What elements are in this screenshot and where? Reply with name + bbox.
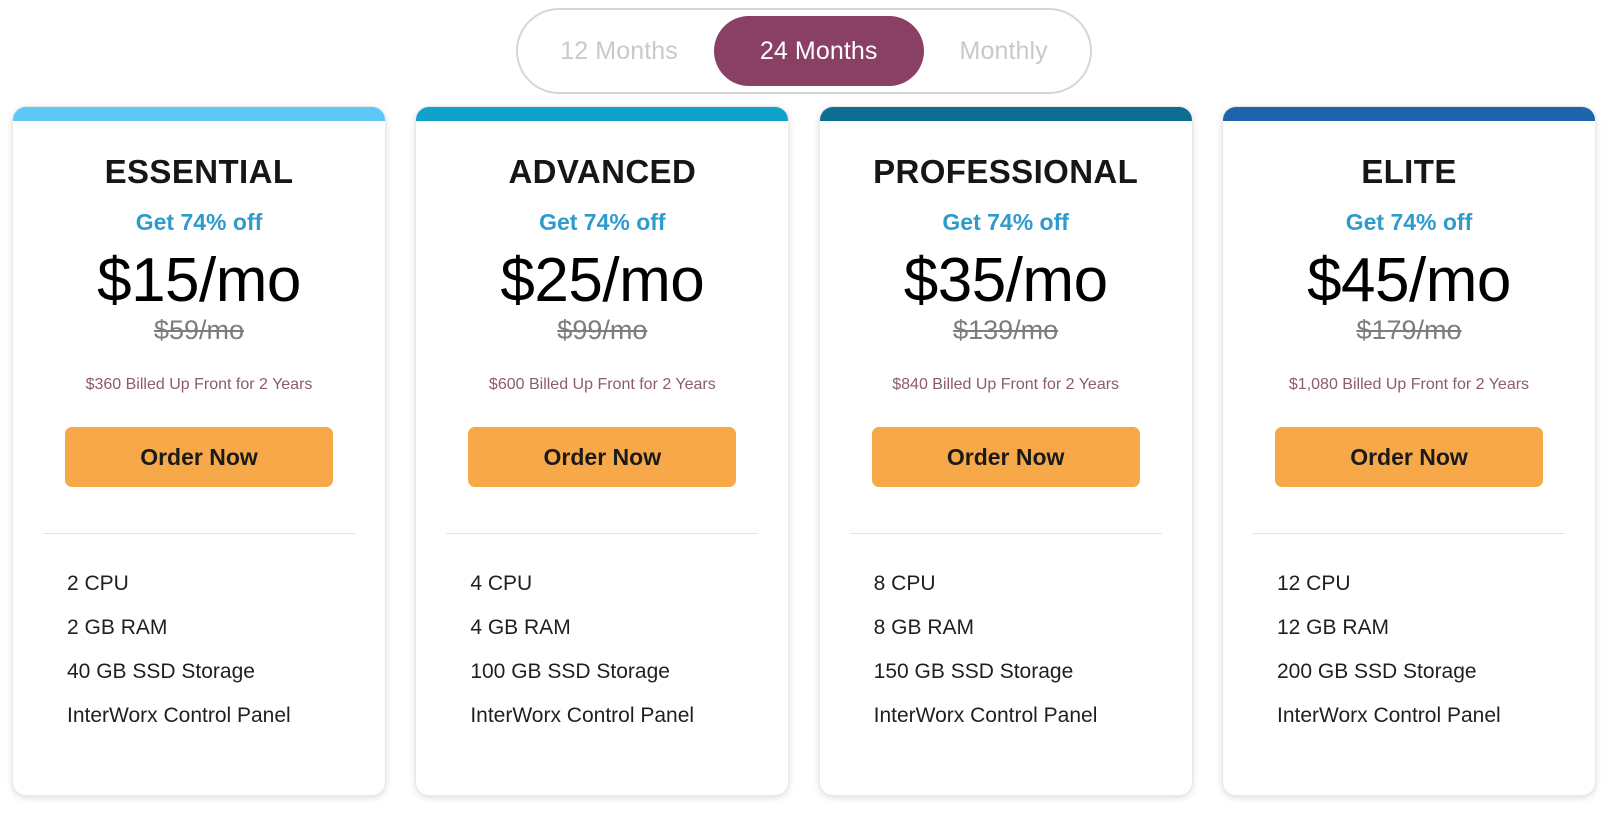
spec-item: 12 CPU bbox=[1276, 572, 1351, 596]
spec-item: 8 CPU bbox=[873, 572, 936, 596]
plan-original-price: $99/mo bbox=[557, 315, 648, 346]
plan-price: $15/mo bbox=[97, 246, 301, 315]
pricing-cards-container: ESSENTIAL Get 74% off $15/mo $59/mo $360 Bil… bbox=[0, 94, 1608, 796]
spec-item: 200 GB SSD Storage bbox=[1276, 660, 1477, 684]
plan-price: $45/mo bbox=[1307, 246, 1511, 315]
card-body: ESSENTIAL Get 74% off $15/mo $59/mo $360 Bil… bbox=[13, 121, 385, 795]
order-now-button[interactable]: Order Now bbox=[65, 427, 333, 488]
card-accent-bar bbox=[13, 107, 385, 121]
card-accent-bar bbox=[1222, 107, 1595, 121]
plan-name: PROFESSIONAL bbox=[873, 153, 1139, 190]
spec-item: 150 GB SSD Storage bbox=[873, 660, 1074, 684]
plan-original-price: $59/mo bbox=[153, 315, 245, 346]
card-accent-bar bbox=[416, 107, 789, 121]
spec-list: 8 CPU 8 GB RAM 150 GB SSD Storage InterWorx… bbox=[842, 534, 1170, 748]
plan-name: ESSENTIAL bbox=[104, 153, 294, 190]
discount-label: Get 74% off bbox=[539, 209, 666, 235]
discount-label: Get 74% off bbox=[135, 209, 263, 235]
pricing-card: PROFESSIONAL Get 74% off $35/mo $139/mo $840… bbox=[818, 106, 1193, 796]
card-body: ELITE Get 74% off $45/mo $179/mo $1,080 Bill… bbox=[1223, 121, 1595, 795]
plan-name: ELITE bbox=[1361, 153, 1457, 190]
spec-list: 12 CPU 12 GB RAM 200 GB SSD Storage InterWo… bbox=[1245, 534, 1573, 748]
card-body: PROFESSIONAL Get 74% off $35/mo $139/mo $840… bbox=[820, 121, 1192, 795]
order-now-button[interactable]: Order Now bbox=[1274, 427, 1543, 488]
plan-original-price: $139/mo bbox=[953, 315, 1059, 346]
billing-toggle-option-24-months[interactable]: 24 Months bbox=[713, 16, 924, 86]
discount-label: Get 74% off bbox=[1345, 209, 1473, 235]
billing-term-toggle[interactable]: 12 Months 24 Months Monthly bbox=[516, 8, 1092, 94]
spec-list: 4 CPU 4 GB RAM 100 GB SSD Storage InterWorx… bbox=[438, 534, 766, 748]
spec-item: 4 CPU bbox=[470, 572, 533, 596]
spec-item: 2 GB RAM bbox=[67, 616, 168, 640]
spec-item: InterWorx Control Panel bbox=[470, 704, 695, 728]
billing-toggle-option-12-months[interactable]: 12 Months bbox=[524, 16, 714, 86]
billing-note: $840 Billed Up Front for 2 Years bbox=[892, 376, 1120, 394]
card-accent-bar bbox=[819, 107, 1192, 121]
pricing-card: ADVANCED Get 74% off $25/mo $99/mo $600 Bill… bbox=[415, 106, 790, 796]
billing-toggle-container: 12 Months 24 Months Monthly bbox=[0, 0, 1608, 94]
spec-item: InterWorx Control Panel bbox=[1276, 704, 1501, 728]
discount-label: Get 74% off bbox=[942, 209, 1069, 235]
plan-name: ADVANCED bbox=[508, 153, 697, 190]
billing-toggle-option-monthly[interactable]: Monthly bbox=[924, 16, 1084, 86]
spec-item: 100 GB SSD Storage bbox=[470, 660, 670, 684]
order-now-button[interactable]: Order Now bbox=[871, 427, 1140, 488]
plan-price: $35/mo bbox=[903, 246, 1108, 315]
spec-item: InterWorx Control Panel bbox=[67, 704, 291, 728]
pricing-card: ESSENTIAL Get 74% off $15/mo $59/mo $360 Bil… bbox=[12, 106, 386, 796]
billing-note: $360 Billed Up Front for 2 Years bbox=[85, 376, 313, 394]
spec-item: 12 GB RAM bbox=[1276, 616, 1390, 640]
spec-list: 2 CPU 2 GB RAM 40 GB SSD Storage InterWorx … bbox=[35, 534, 363, 748]
spec-item: 40 GB SSD Storage bbox=[67, 660, 255, 684]
spec-item: 8 GB RAM bbox=[873, 616, 975, 640]
plan-price: $25/mo bbox=[500, 246, 705, 315]
spec-item: 4 GB RAM bbox=[470, 616, 571, 640]
order-now-button[interactable]: Order Now bbox=[468, 427, 737, 488]
plan-original-price: $179/mo bbox=[1356, 315, 1462, 346]
card-body: ADVANCED Get 74% off $25/mo $99/mo $600 Bill… bbox=[416, 121, 788, 795]
billing-note: $1,080 Billed Up Front for 2 Years bbox=[1288, 376, 1530, 394]
spec-item: InterWorx Control Panel bbox=[873, 704, 1098, 728]
spec-item: 2 CPU bbox=[67, 572, 129, 596]
billing-note: $600 Billed Up Front for 2 Years bbox=[488, 376, 716, 394]
pricing-card: ELITE Get 74% off $45/mo $179/mo $1,080 Bill… bbox=[1221, 106, 1596, 796]
